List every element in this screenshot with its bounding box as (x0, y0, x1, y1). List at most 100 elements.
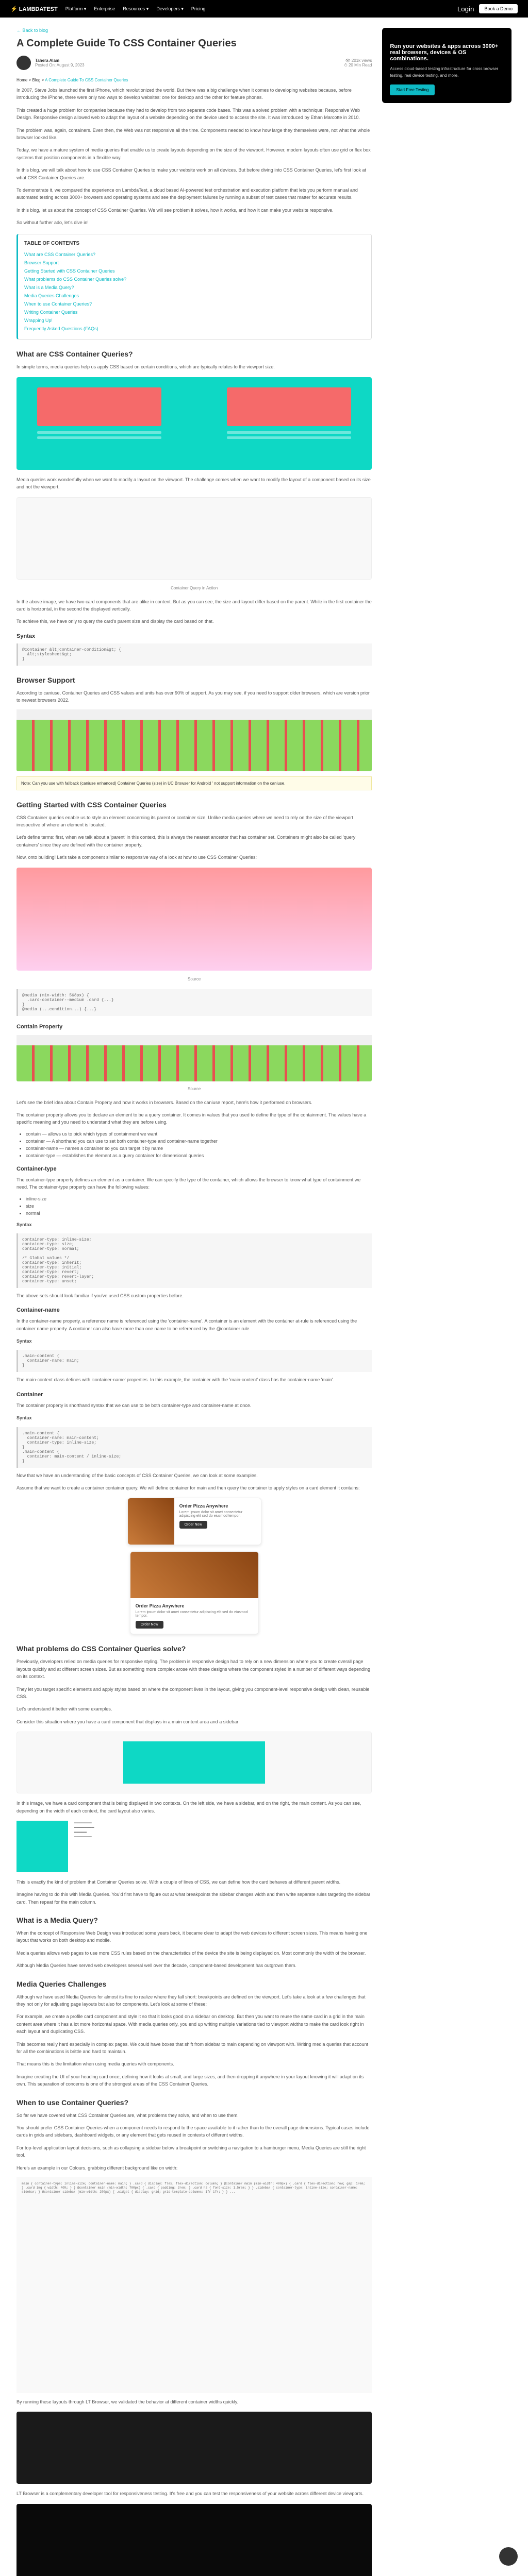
body-text: Imagine having to do this with Media Que… (16, 1891, 372, 1906)
view-count: 👁 201k views (344, 58, 372, 63)
toc-item[interactable]: What problems do CSS Container Queries s… (24, 275, 365, 283)
login-button[interactable]: Login (457, 5, 474, 13)
body-text: Although we have used Media Queries for … (16, 1993, 372, 2008)
signup-button[interactable]: Book a Demo (479, 4, 518, 13)
toc-item[interactable]: Writing Container Queries (24, 308, 365, 316)
subsection-heading: Syntax (16, 633, 372, 639)
inline-illustration: ━━━━━━━━━━━━━━━━━━━━━━━━━━━ (16, 1821, 372, 1872)
toc-item[interactable]: What is a Media Query? (24, 283, 365, 292)
logo[interactable]: ⚡ LAMBDATEST (10, 6, 58, 12)
card-desc: Lorem ipsum dolor sit amet consectetur a… (136, 1611, 253, 1618)
body-text: The container-type property defines an e… (16, 1176, 372, 1191)
body-text: To achieve this, we have only to query t… (16, 618, 372, 625)
body-text: Now that we have an understanding of the… (16, 1472, 372, 1479)
intro-p: The problem was, again, containers. Even… (16, 127, 372, 142)
note-callout: Note: Can you use with fallback (caniuse… (16, 776, 372, 790)
illustration-container-query (16, 377, 372, 470)
body-text: Let's understand it better with some exa… (16, 1705, 372, 1713)
caniuse-table (16, 709, 372, 771)
body-text: When the concept of Responsive Web Desig… (16, 1929, 372, 1944)
section-heading: Browser Support (16, 676, 372, 684)
section-heading: What are CSS Container Queries? (16, 350, 372, 358)
body-text: That means this is the limitation when u… (16, 2060, 372, 2067)
body-text: In this image, we have a card component … (16, 1800, 372, 1815)
back-link[interactable]: ← Back to blog (16, 28, 372, 33)
nav-platform[interactable]: Platform ▾ (65, 6, 87, 12)
image-caption: Source (16, 1087, 372, 1091)
section-heading: What problems do CSS Container Queries s… (16, 1645, 372, 1653)
body-text: For example, we create a profile card co… (16, 2013, 372, 2035)
body-text: They let you target specific elements an… (16, 1686, 372, 1701)
nav-resources[interactable]: Resources ▾ (123, 6, 148, 12)
body-text: In simple terms, media queries help us a… (16, 363, 372, 370)
body-text: Let's define terms: first, when we talk … (16, 834, 372, 849)
chat-widget-icon[interactable] (499, 2547, 518, 2566)
caniuse-table-contain (16, 1035, 372, 1081)
body-text: This becomes really hard especially in c… (16, 2041, 372, 2056)
nav-pricing[interactable]: Pricing (191, 6, 206, 11)
nav-enterprise[interactable]: Enterprise (94, 6, 115, 11)
body-text: The container property is shorthand synt… (16, 1402, 372, 1409)
order-button[interactable]: Order Now (136, 1621, 163, 1629)
code-snippet: .main-content { container-name: main-con… (16, 1427, 372, 1468)
code-snippet: @container &lt;container-condition&gt; {… (16, 643, 372, 666)
body-text: Assume that we want to create a containe… (16, 1484, 372, 1492)
demo-card-vertical: Order Pizza Anywhere Lorem ipsum dolor s… (130, 1551, 259, 1634)
read-time: ⏱ 20 Min Read (344, 63, 372, 68)
body-text: The container property allows you to dec… (16, 1111, 372, 1126)
body-text: So far we have covered what CSS Containe… (16, 2112, 372, 2119)
body-text: CSS Container queries enable us to style… (16, 814, 372, 829)
card-desc: Lorem ipsum dolor sit amet consectetur a… (179, 1511, 256, 1518)
body-text: By running these layouts through LT Brow… (16, 2398, 372, 2405)
body-text: Here's an example in our Colours, grabbi… (16, 2164, 372, 2172)
publish-date: Posted On: August 9, 2023 (35, 63, 85, 67)
author-avatar (16, 56, 31, 70)
image-caption: Source (16, 977, 372, 981)
bullet-list: contain — allows us to pick which types … (26, 1131, 372, 1158)
card-title: Order Pizza Anywhere (136, 1603, 253, 1608)
toc-item[interactable]: What are CSS Container Queries? (24, 250, 365, 259)
label: Syntax (16, 1337, 372, 1345)
card-title: Order Pizza Anywhere (179, 1503, 256, 1509)
body-text: This is exactly the kind of problem that… (16, 1878, 372, 1886)
body-text: Consider this situation where you have a… (16, 1718, 372, 1725)
toc-item[interactable]: Media Queries Challenges (24, 292, 365, 300)
illustration-cards (16, 497, 372, 580)
code-snippet: container-type: inline-size; container-t… (16, 1233, 372, 1288)
bullet-list: inline-size size normal (26, 1196, 372, 1216)
cta-sidebar: Run your websites & apps across 3000+ re… (382, 28, 512, 103)
body-text: In the container-name property, a refere… (16, 1317, 372, 1332)
section-heading: Media Queries Challenges (16, 1980, 372, 1988)
screenshot-devtools (16, 2412, 372, 2484)
section-heading: When to use Container Queries? (16, 2098, 372, 2107)
body-text: You should prefer CSS Container Queries … (16, 2124, 372, 2139)
intro-p: This created a huge problem for companie… (16, 107, 372, 122)
toc-item[interactable]: When to use Container Queries? (24, 300, 365, 308)
nav-developers[interactable]: Developers ▾ (156, 6, 184, 12)
toc-item[interactable]: Browser Support (24, 259, 365, 267)
intro-p: In 2007, Steve Jobs launched the first i… (16, 87, 372, 101)
order-button[interactable]: Order Now (179, 1521, 207, 1529)
intro-p: To demonstrate it, we compared the exper… (16, 187, 372, 201)
body-text: Let's see the brief idea about Contain P… (16, 1099, 372, 1106)
cta-heading: Run your websites & apps across 3000+ re… (390, 43, 504, 62)
label: Syntax (16, 1221, 372, 1228)
section-heading: What is a Media Query? (16, 1916, 372, 1924)
long-code-example: main { container-type: inline-size; cont… (16, 2177, 372, 2393)
toc-item[interactable]: Frequently Asked Questions (FAQs) (24, 325, 365, 333)
body-text: Media queries allows web pages to use mo… (16, 1950, 372, 1957)
toc-item[interactable]: Wrapping Up! (24, 316, 365, 325)
article-title: A Complete Guide To CSS Container Querie… (16, 37, 372, 49)
subsection-heading: Contain Property (16, 1024, 372, 1030)
image-caption: Container Query in Action (16, 586, 372, 590)
toc-item[interactable]: Getting Started with CSS Container Queri… (24, 267, 365, 275)
demo-card-horizontal: Order Pizza Anywhere Lorem ipsum dolor s… (127, 1498, 261, 1545)
toc-title: TABLE OF CONTENTS (24, 241, 365, 246)
body-text: Although Media Queries have served web d… (16, 1962, 372, 1969)
body-text: Imagine creating the UI of your heading … (16, 2073, 372, 2088)
cta-sub: Access cloud-based testing infrastructur… (390, 66, 504, 79)
body-text: LT Browser is a complementary developer … (16, 2490, 372, 2497)
cta-button[interactable]: Start Free Testing (390, 84, 435, 95)
illustration-contexts (16, 1732, 372, 1793)
breadcrumb-current[interactable]: A Complete Guide To CSS Container Querie… (45, 78, 128, 82)
